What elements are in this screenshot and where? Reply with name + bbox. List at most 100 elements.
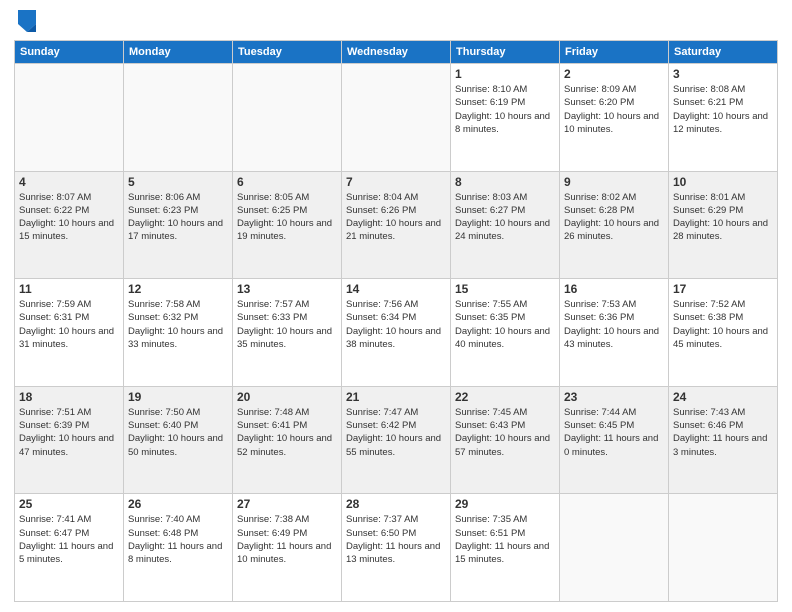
day-number: 23 <box>564 390 664 404</box>
day-info: Sunrise: 7:57 AM Sunset: 6:33 PM Dayligh… <box>237 298 337 351</box>
calendar-week-row: 25 Sunrise: 7:41 AM Sunset: 6:47 PM Dayli… <box>15 494 778 602</box>
calendar-cell: 13 Sunrise: 7:57 AM Sunset: 6:33 PM Dayli… <box>233 279 342 387</box>
day-number: 13 <box>237 282 337 296</box>
day-info: Sunrise: 7:55 AM Sunset: 6:35 PM Dayligh… <box>455 298 555 351</box>
calendar-cell: 29 Sunrise: 7:35 AM Sunset: 6:51 PM Dayli… <box>451 494 560 602</box>
calendar-week-row: 18 Sunrise: 7:51 AM Sunset: 6:39 PM Dayli… <box>15 386 778 494</box>
calendar-header-row: SundayMondayTuesdayWednesdayThursdayFrid… <box>15 41 778 64</box>
day-info: Sunrise: 7:45 AM Sunset: 6:43 PM Dayligh… <box>455 406 555 459</box>
calendar-cell: 19 Sunrise: 7:50 AM Sunset: 6:40 PM Dayli… <box>124 386 233 494</box>
day-info: Sunrise: 8:09 AM Sunset: 6:20 PM Dayligh… <box>564 83 664 136</box>
day-info: Sunrise: 7:47 AM Sunset: 6:42 PM Dayligh… <box>346 406 446 459</box>
calendar-cell: 5 Sunrise: 8:06 AM Sunset: 6:23 PM Daylig… <box>124 171 233 279</box>
day-number: 20 <box>237 390 337 404</box>
calendar-cell: 1 Sunrise: 8:10 AM Sunset: 6:19 PM Daylig… <box>451 64 560 172</box>
day-info: Sunrise: 7:38 AM Sunset: 6:49 PM Dayligh… <box>237 513 337 566</box>
day-number: 8 <box>455 175 555 189</box>
day-number: 11 <box>19 282 119 296</box>
day-number: 24 <box>673 390 773 404</box>
day-number: 14 <box>346 282 446 296</box>
calendar-header-friday: Friday <box>560 41 669 64</box>
day-number: 3 <box>673 67 773 81</box>
day-number: 1 <box>455 67 555 81</box>
calendar-header-wednesday: Wednesday <box>342 41 451 64</box>
day-info: Sunrise: 8:03 AM Sunset: 6:27 PM Dayligh… <box>455 191 555 244</box>
calendar-cell: 8 Sunrise: 8:03 AM Sunset: 6:27 PM Daylig… <box>451 171 560 279</box>
day-number: 9 <box>564 175 664 189</box>
day-info: Sunrise: 8:07 AM Sunset: 6:22 PM Dayligh… <box>19 191 119 244</box>
day-info: Sunrise: 7:40 AM Sunset: 6:48 PM Dayligh… <box>128 513 228 566</box>
day-info: Sunrise: 8:04 AM Sunset: 6:26 PM Dayligh… <box>346 191 446 244</box>
calendar-header-tuesday: Tuesday <box>233 41 342 64</box>
day-info: Sunrise: 8:10 AM Sunset: 6:19 PM Dayligh… <box>455 83 555 136</box>
calendar-cell: 15 Sunrise: 7:55 AM Sunset: 6:35 PM Dayli… <box>451 279 560 387</box>
calendar-cell: 4 Sunrise: 8:07 AM Sunset: 6:22 PM Daylig… <box>15 171 124 279</box>
calendar-cell: 23 Sunrise: 7:44 AM Sunset: 6:45 PM Dayli… <box>560 386 669 494</box>
calendar-cell <box>15 64 124 172</box>
calendar-cell: 25 Sunrise: 7:41 AM Sunset: 6:47 PM Dayli… <box>15 494 124 602</box>
day-number: 7 <box>346 175 446 189</box>
calendar-header-saturday: Saturday <box>669 41 778 64</box>
day-info: Sunrise: 8:05 AM Sunset: 6:25 PM Dayligh… <box>237 191 337 244</box>
day-number: 15 <box>455 282 555 296</box>
day-info: Sunrise: 7:41 AM Sunset: 6:47 PM Dayligh… <box>19 513 119 566</box>
day-info: Sunrise: 7:44 AM Sunset: 6:45 PM Dayligh… <box>564 406 664 459</box>
calendar-week-row: 11 Sunrise: 7:59 AM Sunset: 6:31 PM Dayli… <box>15 279 778 387</box>
calendar-cell <box>669 494 778 602</box>
calendar-table: SundayMondayTuesdayWednesdayThursdayFrid… <box>14 40 778 602</box>
header <box>14 10 778 32</box>
calendar-cell: 22 Sunrise: 7:45 AM Sunset: 6:43 PM Dayli… <box>451 386 560 494</box>
calendar-cell: 7 Sunrise: 8:04 AM Sunset: 6:26 PM Daylig… <box>342 171 451 279</box>
day-number: 16 <box>564 282 664 296</box>
calendar-cell: 11 Sunrise: 7:59 AM Sunset: 6:31 PM Dayli… <box>15 279 124 387</box>
day-info: Sunrise: 7:37 AM Sunset: 6:50 PM Dayligh… <box>346 513 446 566</box>
day-info: Sunrise: 7:35 AM Sunset: 6:51 PM Dayligh… <box>455 513 555 566</box>
day-number: 10 <box>673 175 773 189</box>
day-number: 27 <box>237 497 337 511</box>
calendar-cell: 17Sunrise: 7:52 AM Sunset: 6:38 PM Dayli… <box>669 279 778 387</box>
calendar-cell <box>124 64 233 172</box>
calendar-cell: 24 Sunrise: 7:43 AM Sunset: 6:46 PM Dayli… <box>669 386 778 494</box>
day-number: 5 <box>128 175 228 189</box>
calendar-cell <box>233 64 342 172</box>
day-number: 2 <box>564 67 664 81</box>
day-info: Sunrise: 7:51 AM Sunset: 6:39 PM Dayligh… <box>19 406 119 459</box>
day-info: Sunrise: 7:48 AM Sunset: 6:41 PM Dayligh… <box>237 406 337 459</box>
day-number: 19 <box>128 390 228 404</box>
calendar-cell <box>342 64 451 172</box>
calendar-cell: 3 Sunrise: 8:08 AM Sunset: 6:21 PM Daylig… <box>669 64 778 172</box>
calendar-cell: 26Sunrise: 7:40 AM Sunset: 6:48 PM Dayli… <box>124 494 233 602</box>
calendar-week-row: 1 Sunrise: 8:10 AM Sunset: 6:19 PM Daylig… <box>15 64 778 172</box>
day-number: 18 <box>19 390 119 404</box>
calendar-cell: 28Sunrise: 7:37 AM Sunset: 6:50 PM Dayli… <box>342 494 451 602</box>
calendar-cell: 2 Sunrise: 8:09 AM Sunset: 6:20 PM Daylig… <box>560 64 669 172</box>
calendar-header-thursday: Thursday <box>451 41 560 64</box>
day-info: Sunrise: 7:53 AM Sunset: 6:36 PM Dayligh… <box>564 298 664 351</box>
calendar-cell: 10Sunrise: 8:01 AM Sunset: 6:29 PM Dayli… <box>669 171 778 279</box>
calendar-cell: 12 Sunrise: 7:58 AM Sunset: 6:32 PM Dayli… <box>124 279 233 387</box>
day-info: Sunrise: 7:58 AM Sunset: 6:32 PM Dayligh… <box>128 298 228 351</box>
day-number: 22 <box>455 390 555 404</box>
logo <box>14 10 36 32</box>
calendar-cell: 16 Sunrise: 7:53 AM Sunset: 6:36 PM Dayli… <box>560 279 669 387</box>
day-number: 21 <box>346 390 446 404</box>
day-number: 12 <box>128 282 228 296</box>
day-info: Sunrise: 7:56 AM Sunset: 6:34 PM Dayligh… <box>346 298 446 351</box>
day-number: 17 <box>673 282 773 296</box>
day-info: Sunrise: 7:59 AM Sunset: 6:31 PM Dayligh… <box>19 298 119 351</box>
day-number: 29 <box>455 497 555 511</box>
day-number: 25 <box>19 497 119 511</box>
calendar-cell: 21 Sunrise: 7:47 AM Sunset: 6:42 PM Dayli… <box>342 386 451 494</box>
calendar-header-monday: Monday <box>124 41 233 64</box>
day-info: Sunrise: 8:08 AM Sunset: 6:21 PM Dayligh… <box>673 83 773 136</box>
day-info: Sunrise: 7:43 AM Sunset: 6:46 PM Dayligh… <box>673 406 773 459</box>
day-number: 6 <box>237 175 337 189</box>
day-info: Sunrise: 8:06 AM Sunset: 6:23 PM Dayligh… <box>128 191 228 244</box>
calendar-cell <box>560 494 669 602</box>
day-info: Sunrise: 7:50 AM Sunset: 6:40 PM Dayligh… <box>128 406 228 459</box>
calendar-week-row: 4 Sunrise: 8:07 AM Sunset: 6:22 PM Daylig… <box>15 171 778 279</box>
calendar-cell: 20 Sunrise: 7:48 AM Sunset: 6:41 PM Dayli… <box>233 386 342 494</box>
day-number: 4 <box>19 175 119 189</box>
calendar-cell: 27 Sunrise: 7:38 AM Sunset: 6:49 PM Dayli… <box>233 494 342 602</box>
day-info: Sunrise: 8:02 AM Sunset: 6:28 PM Dayligh… <box>564 191 664 244</box>
